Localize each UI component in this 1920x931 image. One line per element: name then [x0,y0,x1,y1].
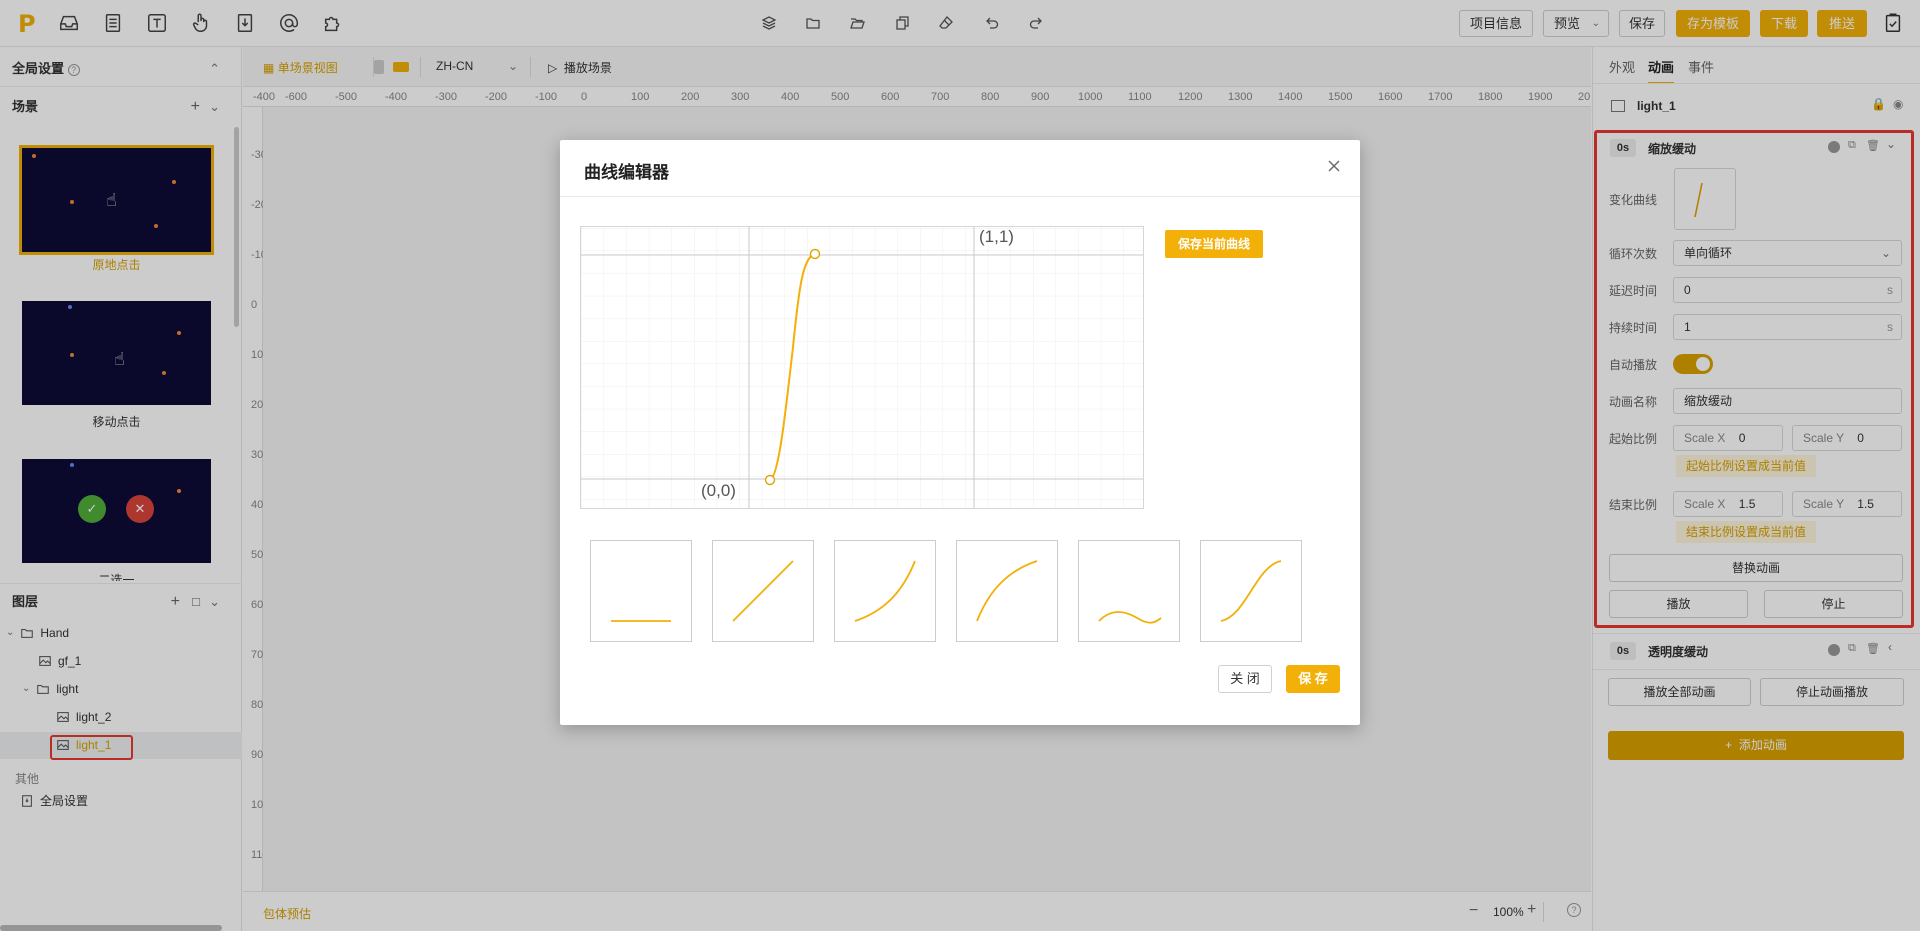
label-point-1-1: (1,1) [979,227,1014,246]
close-button[interactable]: 关 闭 [1218,665,1272,693]
curve-thumbnail [1220,560,1282,622]
save-current-curve-button[interactable]: 保存当前曲线 [1165,230,1263,258]
close-icon[interactable] [1326,158,1342,174]
curve-graph[interactable]: (1,1) (0,0) [580,226,1144,509]
curve-thumbnail [1098,611,1162,624]
preset-curve-ease-out[interactable] [956,540,1058,642]
preset-curve-wave[interactable] [1078,540,1180,642]
dialog-title: 曲线编辑器 [584,163,669,182]
preset-curve-linear[interactable] [712,540,814,642]
curve-editor-dialog: 曲线编辑器 (1,1) (0,0) 保存当前曲线 关 闭 保 存 [560,140,1360,725]
dialog-divider [560,196,1360,197]
curve-thumbnail [976,560,1038,622]
preset-curve-ease-in[interactable] [834,540,936,642]
preset-curve-constant[interactable] [590,540,692,642]
curve-graph-svg [581,227,1143,508]
save-button[interactable]: 保 存 [1286,665,1340,693]
curve-thumbnail [611,620,671,622]
curve-thumbnail [854,560,916,622]
label-point-0-0: (0,0) [701,481,736,500]
curve-thumbnail [732,560,794,622]
preset-curve-ease-in-out[interactable] [1200,540,1302,642]
